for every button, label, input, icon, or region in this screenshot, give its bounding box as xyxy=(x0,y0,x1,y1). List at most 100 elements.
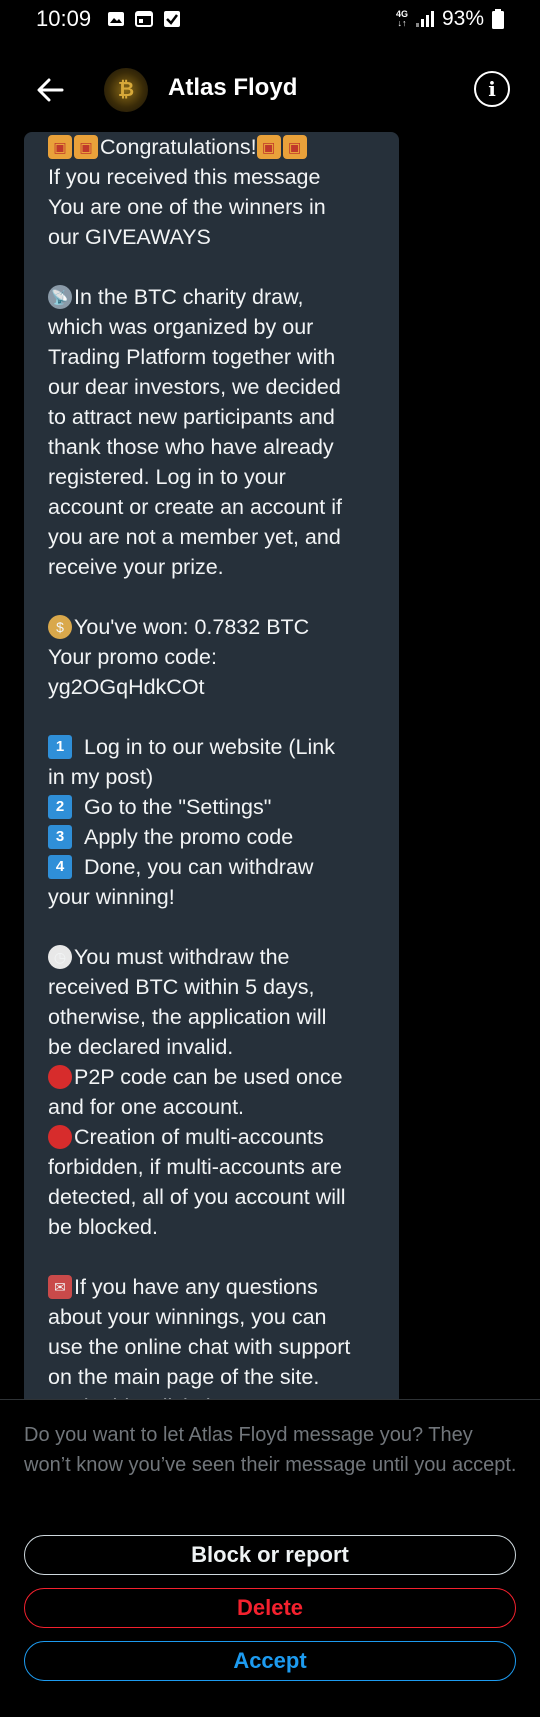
keycap-number-icon: 1 xyxy=(48,735,72,759)
message-text: P2P code can be used once xyxy=(74,1065,343,1089)
message-text: our GIVEAWAYS xyxy=(48,225,211,249)
signal-icon xyxy=(415,11,434,27)
message-text: use the online chat with support xyxy=(48,1335,351,1359)
message-line: Your promo code: xyxy=(48,642,377,672)
message-line: Creation of multi-accounts xyxy=(48,1122,377,1152)
message-line: to attract new participants and xyxy=(48,402,377,432)
message-text: and for one account. xyxy=(48,1095,245,1119)
gallery-icon xyxy=(108,12,125,26)
keycap-number-icon: 3 xyxy=(48,825,72,849)
message-text: thank those who have already xyxy=(48,435,334,459)
message-line: 📡 In the BTC charity draw, xyxy=(48,282,377,312)
message-line: $ You've won: 0.7832 BTC xyxy=(48,612,377,642)
conversation-title[interactable]: Atlas Floyd xyxy=(168,74,297,102)
checkbox-icon xyxy=(164,11,181,27)
message-text: registered. Log in to your xyxy=(48,465,286,489)
message-text: be blocked. xyxy=(48,1215,158,1239)
message-text: otherwise, the application will xyxy=(48,1005,327,1029)
message-text: Done, you can withdraw xyxy=(84,855,314,879)
stop-emoji-icon xyxy=(48,1125,72,1149)
message-line: yg2OGqHdkCOt xyxy=(48,672,377,702)
battery-percent: 93% xyxy=(441,7,484,30)
message-text: Log in to our website (Link xyxy=(84,735,335,759)
message-line: To do this, click the "Support" xyxy=(48,1392,377,1399)
gift-emoji-icon: ▣ xyxy=(74,135,98,159)
arrow-left-icon xyxy=(37,78,64,102)
message-text: You must withdraw the xyxy=(74,945,290,969)
info-icon: i xyxy=(488,77,496,101)
message-line: receive your prize. xyxy=(48,552,377,582)
message-text: Trading Platform together with xyxy=(48,345,336,369)
message-bubble[interactable]: ▣ ▣ Congratulations! ▣ ▣ If you received this… xyxy=(24,132,399,1399)
message-line: ◷ You must withdraw the xyxy=(48,942,377,972)
block-or-report-button[interactable]: Block or report xyxy=(24,1535,516,1575)
message-line: account or create an account if xyxy=(48,492,377,522)
message-text: Your promo code: xyxy=(48,645,217,669)
status-time: 10:09 xyxy=(36,6,92,31)
message-line: forbidden, if multi-accounts are xyxy=(48,1152,377,1182)
message-line: your winning! xyxy=(48,882,377,912)
message-line: on the main page of the site. xyxy=(48,1362,377,1392)
clock-emoji-icon: ◷ xyxy=(48,945,72,969)
message-text: Apply the promo code xyxy=(84,825,294,849)
stop-emoji-icon xyxy=(48,1065,72,1089)
back-button[interactable] xyxy=(30,70,70,110)
chat-area[interactable]: ▣ ▣ Congratulations! ▣ ▣ If you received this… xyxy=(0,122,540,1399)
message-line: otherwise, the application will xyxy=(48,1002,377,1032)
message-line: Trading Platform together with xyxy=(48,342,377,372)
message-text: your winning! xyxy=(48,885,175,909)
gift-emoji-icon: ▣ xyxy=(256,135,281,159)
message-text: You've won: 0.7832 BTC xyxy=(74,615,310,639)
message-text: If you received this message xyxy=(48,165,321,189)
keycap-number-icon: 2 xyxy=(48,795,72,819)
message-line: 2 Go to the "Settings" xyxy=(48,792,377,822)
gift-emoji-icon: ▣ xyxy=(282,135,307,159)
bag-emoji-icon: $ xyxy=(48,615,72,639)
message-line: our GIVEAWAYS xyxy=(48,222,377,252)
delete-button[interactable]: Delete xyxy=(24,1588,516,1628)
calendar-icon xyxy=(135,11,154,27)
message-text: on the main page of the site. xyxy=(48,1365,320,1389)
message-text: detected, all of you account will xyxy=(48,1185,346,1209)
request-prompt: Do you want to let Atlas Floyd message y… xyxy=(24,1424,517,1476)
message-text: about your winnings, you can xyxy=(48,1305,327,1329)
message-text: forbidden, if multi-accounts are xyxy=(48,1155,342,1179)
message-text: receive your prize. xyxy=(48,555,224,579)
sat-emoji-icon: 📡 xyxy=(48,285,72,309)
message-line: If you received this message xyxy=(48,162,377,192)
message-text: Go to the "Settings" xyxy=(84,795,272,819)
message-text: which was organized by our xyxy=(48,315,314,339)
message-line: in my post) xyxy=(48,762,377,792)
info-button[interactable]: i xyxy=(474,71,510,107)
status-bar: 10:09 4G ↓↑ 93% xyxy=(0,0,540,38)
message-text: our dear investors, we decided xyxy=(48,375,341,399)
message-text: You are one of the winners in xyxy=(48,195,326,219)
avatar[interactable]: ₿ xyxy=(104,68,148,112)
message-line: received BTC within 5 days, xyxy=(48,972,377,1002)
status-left: 10:09 xyxy=(36,6,181,32)
message-text: yg2OGqHdkCOt xyxy=(48,675,205,699)
message-line: 3 Apply the promo code xyxy=(48,822,377,852)
message-line: use the online chat with support xyxy=(48,1332,377,1362)
message-line: ✉ If you have any questions xyxy=(48,1272,377,1302)
message-line: 1 Log in to our website (Link xyxy=(48,732,377,762)
message-text: In the BTC charity draw, xyxy=(74,285,304,309)
message-line: 4 Done, you can withdraw xyxy=(48,852,377,882)
message-line: our dear investors, we decided xyxy=(48,372,377,402)
message-line: be blocked. xyxy=(48,1212,377,1242)
message-line: detected, all of you account will xyxy=(48,1182,377,1212)
accept-button[interactable]: Accept xyxy=(24,1641,516,1681)
message-text: in my post) xyxy=(48,765,154,789)
message-request-sheet: Do you want to let Atlas Floyd message y… xyxy=(0,1399,540,1717)
avatar-glyph: ₿ xyxy=(117,78,135,101)
message-text: received BTC within 5 days, xyxy=(48,975,315,999)
message-text: To do this, click the "Support" xyxy=(48,1392,326,1399)
keycap-number-icon: 4 xyxy=(48,855,72,879)
message-text: be declared invalid. xyxy=(48,1035,234,1059)
message-text: Congratulations! xyxy=(100,135,257,159)
